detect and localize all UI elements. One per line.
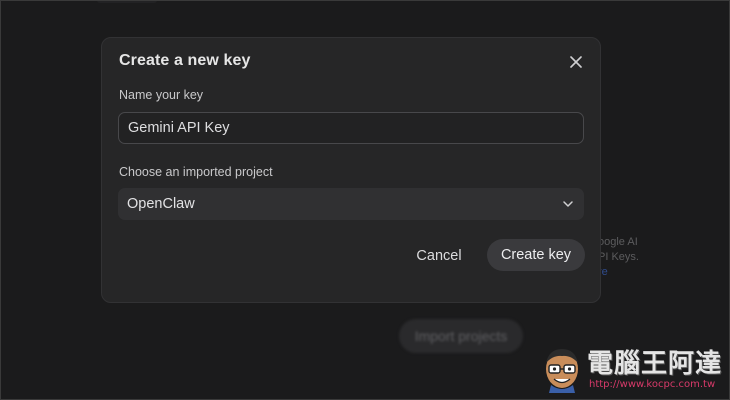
background-description: oogle AI PI Keys. re [598, 235, 658, 280]
project-select[interactable]: OpenClaw [118, 188, 584, 220]
watermark-url: http://www.kocpc.com.tw [589, 379, 716, 390]
import-projects-button: Import projects [399, 319, 523, 353]
dialog-title: Create a new key [119, 52, 251, 69]
background-fragment [97, 1, 157, 3]
create-key-button[interactable]: Create key [487, 239, 585, 271]
background-text-line: PI Keys. [598, 251, 639, 263]
create-key-dialog: Create a new key Name your key Gemini AP… [101, 37, 601, 303]
watermark-title: 電腦王阿達 [587, 349, 723, 379]
cancel-button[interactable]: Cancel [402, 240, 476, 272]
project-label: Choose an imported project [119, 165, 273, 179]
watermark: 電腦王阿達 http://www.kocpc.com.tw [541, 341, 729, 399]
project-select-value: OpenClaw [127, 196, 195, 212]
close-icon [570, 56, 582, 68]
close-button[interactable] [566, 52, 586, 72]
key-name-label: Name your key [119, 88, 204, 102]
key-name-input[interactable]: Gemini API Key [118, 112, 584, 144]
mascot-logo-icon [546, 349, 578, 393]
chevron-down-icon [563, 201, 573, 207]
background-text-line: oogle AI [598, 236, 638, 248]
screen: oogle AI PI Keys. re Import projects Cre… [0, 0, 730, 400]
background-link: re [598, 266, 608, 278]
